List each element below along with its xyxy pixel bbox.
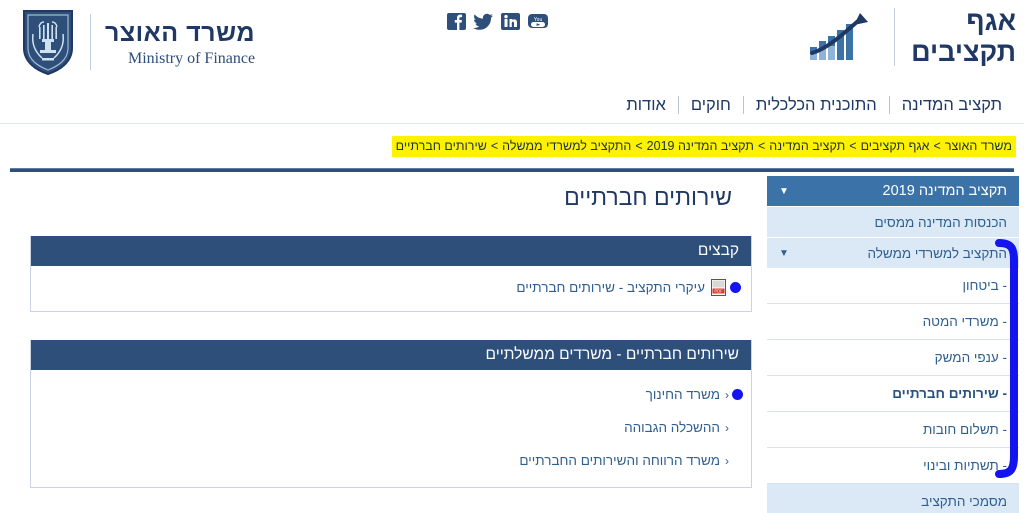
sidebar-item-infrastructure-construction[interactable]: - תשתיות ובינוי: [767, 448, 1019, 484]
breadcrumb-separator: >: [933, 139, 941, 153]
ministry-title-hebrew: משרד האוצר: [105, 18, 256, 47]
nav-separator: [888, 96, 890, 114]
list-item[interactable]: ‹ משרד החינוך: [31, 378, 751, 411]
ministry-title-block: משרד האוצר Ministry of Finance: [105, 16, 255, 68]
nav-item-economic-plan[interactable]: התוכנית הכלכלית: [744, 96, 889, 115]
chevron-down-icon[interactable]: ▼: [779, 186, 789, 197]
facebook-icon[interactable]: [446, 10, 468, 32]
sidebar-item-social-services[interactable]: - שירותים חברתיים: [767, 376, 1019, 412]
ministries-panel-body: ‹ משרד החינוך ‹ ההשכלה הגבוהה ‹ משרד הרו…: [31, 370, 751, 487]
link-higher-education[interactable]: ההשכלה הגבוהה: [624, 420, 720, 435]
nav-item-about[interactable]: אודות: [614, 96, 677, 115]
sidebar-item-headquarters-ministries[interactable]: - משרדי המטה: [767, 304, 1019, 340]
svg-text:PDF: PDF: [714, 289, 723, 294]
files-panel-title: קבצים: [31, 236, 751, 266]
nav-items: תקציב המדינה התוכנית הכלכלית חוקים אודות: [614, 88, 1014, 122]
page-title: שירותים חברתיים: [564, 184, 732, 210]
sidebar-leaf-label: - תשתיות ובינוי: [923, 458, 1007, 473]
link-ministry-of-education[interactable]: משרד החינוך: [646, 387, 720, 402]
breadcrumb-item-budget-dept[interactable]: אגף תקציבים: [861, 139, 930, 153]
cursor-pointer-icon: [730, 282, 741, 293]
breadcrumb-separator: >: [849, 139, 857, 153]
sidebar-item-economy-sectors[interactable]: - ענפי המשק: [767, 340, 1019, 376]
breadcrumb-separator: >: [635, 139, 643, 153]
sidebar-item-defense[interactable]: - ביטחון: [767, 268, 1019, 304]
breadcrumb: משרד האוצר>אגף תקציבים>תקציב המדינה>תקצי…: [391, 136, 1016, 157]
nav-separator: [742, 96, 744, 114]
sidebar-item-budget-documents[interactable]: מסמכי התקציב: [767, 484, 1019, 513]
chevron-left-icon: ‹: [725, 420, 729, 435]
breadcrumb-container: משרד האוצר>אגף תקציבים>תקציב המדינה>תקצי…: [0, 136, 1024, 158]
link-ministry-of-welfare[interactable]: משרד הרווחה והשירותים החברתיים: [519, 453, 720, 468]
nav-item-state-budget[interactable]: תקציב המדינה: [890, 96, 1014, 115]
file-row[interactable]: PDF עיקרי התקציב - שירותים חברתיים: [31, 274, 751, 301]
nav-separator: [677, 96, 679, 114]
chevron-left-icon: ‹: [725, 453, 729, 468]
breadcrumb-item-social-services[interactable]: שירותים חברתיים: [396, 139, 487, 153]
nav-item-laws[interactable]: חוקים: [679, 96, 743, 115]
sidebar-leaf-label: - ביטחון: [962, 278, 1007, 293]
ministries-panel: שירותים חברתיים - משרדים ממשלתיים ‹ משרד…: [30, 340, 752, 488]
file-label[interactable]: עיקרי התקציב - שירותים חברתיים: [516, 280, 705, 295]
growth-chart-arrow-icon: [806, 9, 878, 65]
pdf-icon: PDF: [711, 279, 726, 296]
chevron-left-icon: ‹: [725, 387, 729, 402]
list-item[interactable]: ‹ משרד הרווחה והשירותים החברתיים: [31, 444, 751, 477]
breadcrumb-item-state-budget-2019[interactable]: תקציב המדינה 2019: [647, 139, 754, 153]
sidebar-item-debt-payment[interactable]: - תשלום חובות: [767, 412, 1019, 448]
files-panel-body: PDF עיקרי התקציב - שירותים חברתיים: [31, 266, 751, 311]
budget-department-logo[interactable]: אגף תקציבים: [806, 6, 1016, 68]
sidebar-navigation: תקציב המדינה 2019 ▼ הכנסות המדינה ממסים …: [767, 176, 1019, 513]
budget-title-line2: תקציבים: [911, 37, 1016, 68]
budget-title-block: אגף תקציבים: [911, 6, 1016, 68]
budget-title-line1: אגף: [966, 6, 1016, 36]
breadcrumb-item-gov-ministries-budget[interactable]: התקציב למשרדי ממשלה: [502, 139, 631, 153]
list-item[interactable]: ‹ ההשכלה הגבוהה: [31, 411, 751, 444]
chevron-down-icon[interactable]: ▼: [779, 248, 789, 259]
sidebar-sub-label: הכנסות המדינה ממסים: [874, 214, 1007, 230]
sidebar-item-state-budget-2019[interactable]: תקציב המדינה 2019 ▼: [767, 176, 1019, 206]
linkedin-icon[interactable]: [500, 10, 522, 32]
sidebar-group-label: התקציב למשרדי ממשלה: [867, 245, 1007, 261]
files-panel: קבצים PDF עיקרי התקציב - שירותים חברתיים: [30, 236, 752, 312]
breadcrumb-item-state-budget[interactable]: תקציב המדינה: [769, 139, 845, 153]
page-root: משרד האוצר Ministry of Finance You אגף ת…: [0, 0, 1024, 513]
breadcrumb-item-ministry[interactable]: משרד האוצר: [945, 139, 1012, 153]
cursor-pointer-icon: [732, 389, 743, 400]
sidebar-leaf-label: - תשלום חובות: [922, 422, 1007, 437]
breadcrumb-separator: >: [490, 139, 499, 153]
sidebar-header-label: תקציב המדינה 2019: [882, 183, 1007, 199]
social-links: You: [446, 10, 549, 32]
sidebar-item-gov-ministries-budget[interactable]: התקציב למשרדי ממשלה ▼: [767, 237, 1019, 268]
sidebar-item-state-tax-revenue[interactable]: הכנסות המדינה ממסים: [767, 206, 1019, 237]
ministry-title-english: Ministry of Finance: [127, 50, 256, 68]
sidebar-leaf-label: - משרדי המטה: [922, 314, 1007, 329]
sidebar-bottom-label: מסמכי התקציב: [921, 493, 1007, 509]
twitter-icon[interactable]: [473, 10, 495, 32]
budget-logo-divider: [894, 8, 896, 67]
sidebar-leaf-label: - שירותים חברתיים: [892, 386, 1007, 401]
logo-divider: [90, 14, 91, 70]
sidebar-leaf-label: - ענפי המשק: [934, 350, 1007, 365]
breadcrumb-separator: >: [757, 139, 766, 153]
ministries-panel-title: שירותים חברתיים - משרדים ממשלתיים: [31, 340, 751, 370]
main-navigation: תקציב המדינה התוכנית הכלכלית חוקים אודות: [0, 88, 1024, 124]
ministry-of-finance-logo[interactable]: משרד האוצר Ministry of Finance: [6, 8, 255, 76]
youtube-icon[interactable]: You: [527, 10, 549, 32]
site-header: משרד האוצר Ministry of Finance You אגף ת…: [0, 0, 1024, 88]
israel-emblem-icon: [20, 8, 76, 76]
content-divider: [10, 168, 1014, 172]
main-content: שירותים חברתיים קבצים PDF עיקרי התקציב -…: [14, 176, 752, 513]
